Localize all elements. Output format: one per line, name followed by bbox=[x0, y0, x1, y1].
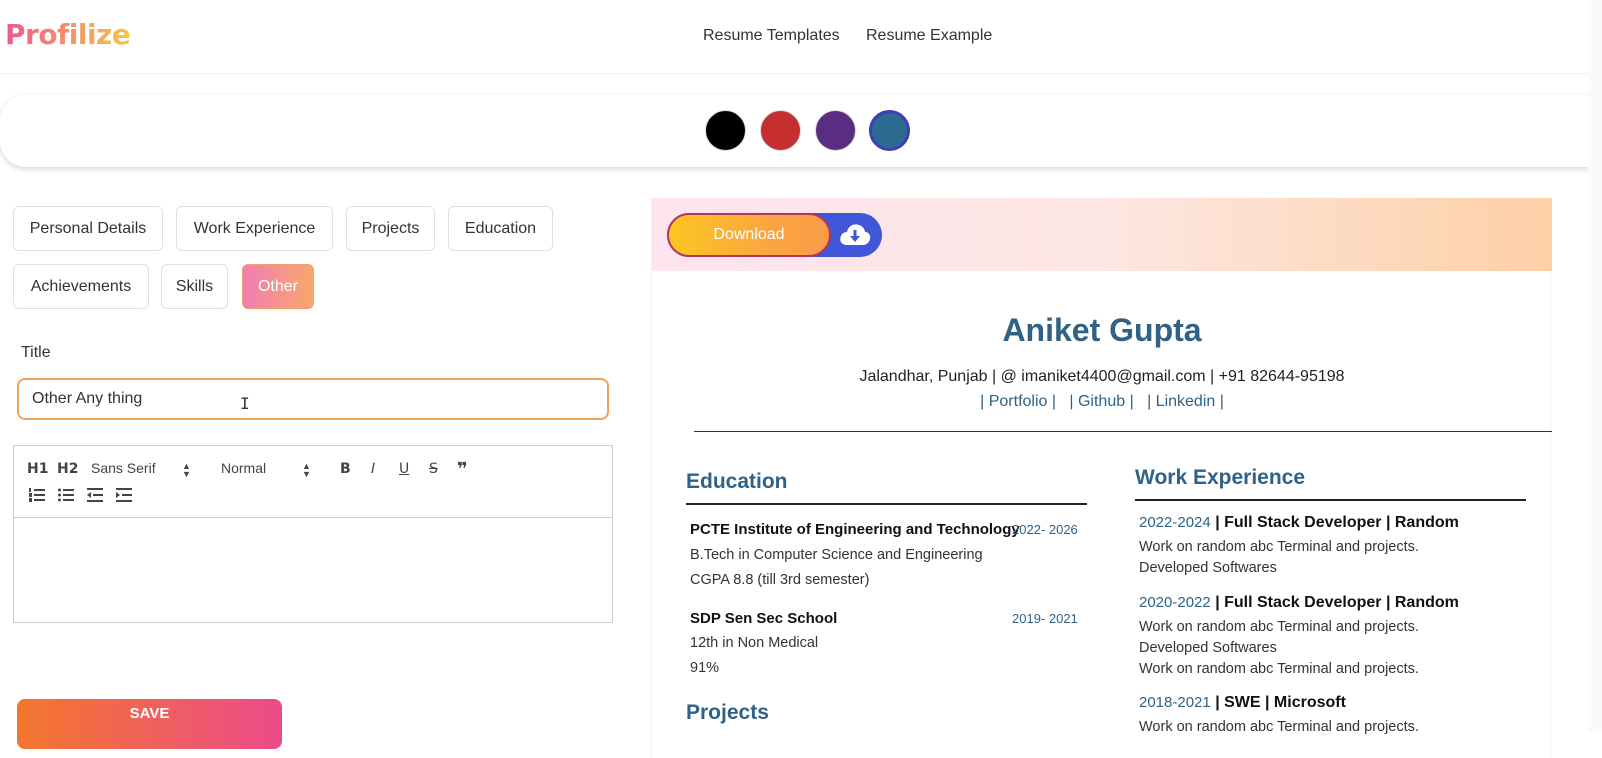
education-degree: B.Tech in Computer Science and Engineeri… bbox=[690, 547, 983, 563]
job-description: Developed Softwares bbox=[1139, 560, 1277, 576]
github-link[interactable]: | Github | bbox=[1069, 393, 1133, 410]
font-family-select[interactable]: Sans Serif bbox=[91, 460, 156, 476]
tab-education[interactable]: Education bbox=[448, 206, 553, 251]
heading2-button[interactable]: H2 bbox=[57, 461, 78, 477]
resume-contact: Jalandhar, Punjab | @ imaniket4400@gmail… bbox=[859, 368, 1345, 385]
outdent-icon[interactable] bbox=[87, 488, 103, 502]
heading1-button[interactable]: H1 bbox=[27, 461, 48, 477]
editor-content-area[interactable] bbox=[14, 519, 612, 622]
font-select-chevron-icon: ▲ ▼ bbox=[182, 461, 191, 479]
job-years: 2022-2024 bbox=[1139, 514, 1211, 531]
title-label: Title bbox=[21, 344, 51, 361]
color-swatch-blue-selected[interactable] bbox=[869, 110, 910, 151]
education-degree: 12th in Non Medical bbox=[690, 635, 819, 651]
color-swatch-purple[interactable] bbox=[815, 110, 856, 151]
color-palette-bar bbox=[0, 95, 1602, 167]
job-role: | SWE | Microsoft bbox=[1215, 694, 1346, 711]
page-scrollbar[interactable] bbox=[1588, 0, 1602, 732]
job-description: Work on random abc Terminal and projects… bbox=[1139, 619, 1419, 635]
size-select-chevron-icon: ▲ ▼ bbox=[302, 461, 311, 479]
tab-other[interactable]: Other bbox=[242, 264, 314, 309]
work-divider bbox=[1135, 499, 1526, 501]
rich-text-editor: H1 H2 Sans Serif ▲ ▼ Normal ▲ ▼ B I U S ❞ bbox=[13, 445, 613, 623]
underline-button[interactable]: U bbox=[399, 461, 409, 477]
job-description: Developed Softwares bbox=[1139, 640, 1277, 656]
nav-resume-templates[interactable]: Resume Templates bbox=[703, 27, 840, 45]
projects-heading: Projects bbox=[686, 701, 769, 724]
top-navbar: Profilize Resume Templates Resume Exampl… bbox=[0, 0, 1602, 74]
tab-skills[interactable]: Skills bbox=[161, 264, 228, 309]
linkedin-link[interactable]: | Linkedin | bbox=[1147, 393, 1224, 410]
download-button[interactable]: Download bbox=[667, 213, 831, 257]
resume-preview: Download Aniket Gupta Jalandhar, Punjab … bbox=[651, 198, 1552, 758]
font-size-select[interactable]: Normal bbox=[221, 460, 266, 476]
education-divider bbox=[686, 503, 1087, 505]
education-detail: 91% bbox=[690, 660, 720, 676]
resume-name: Aniket Gupta bbox=[1002, 312, 1202, 348]
preview-header: Download bbox=[652, 198, 1552, 271]
job-title: 2022-2024 | Full Stack Developer | Rando… bbox=[1139, 514, 1459, 532]
job-description: Work on random abc Terminal and projects… bbox=[1139, 719, 1419, 735]
bullet-list-icon[interactable] bbox=[58, 488, 74, 502]
text-cursor-icon: I bbox=[240, 394, 250, 413]
resume-links: | Portfolio | | Github | | Linkedin | bbox=[652, 393, 1552, 411]
job-title: 2018-2021 | SWE | Microsoft bbox=[1139, 694, 1346, 712]
color-swatch-red[interactable] bbox=[760, 110, 801, 151]
save-button[interactable]: SAVE bbox=[17, 699, 282, 749]
tab-achievements[interactable]: Achievements bbox=[13, 264, 149, 309]
portfolio-link[interactable]: | Portfolio | bbox=[980, 393, 1056, 410]
work-experience-heading: Work Experience bbox=[1135, 466, 1306, 489]
nav-resume-example[interactable]: Resume Example bbox=[866, 27, 992, 45]
cloud-download-icon[interactable] bbox=[838, 221, 872, 247]
education-school: PCTE Institute of Engineering and Techno… bbox=[690, 521, 1020, 538]
job-years: 2018-2021 bbox=[1139, 694, 1211, 711]
education-heading: Education bbox=[686, 470, 788, 493]
bold-button[interactable]: B bbox=[340, 461, 351, 477]
job-role: | Full Stack Developer | Random bbox=[1215, 514, 1459, 531]
education-years: 2019- 2021 bbox=[1012, 611, 1078, 626]
title-input[interactable] bbox=[17, 378, 609, 420]
indent-icon[interactable] bbox=[116, 488, 132, 502]
education-years: 2022- 2026 bbox=[1012, 522, 1078, 537]
tab-work-experience[interactable]: Work Experience bbox=[176, 206, 333, 251]
color-swatch-black[interactable] bbox=[705, 110, 746, 151]
brand-logo[interactable]: Profilize bbox=[5, 18, 131, 51]
ordered-list-icon[interactable] bbox=[29, 488, 45, 502]
tab-projects[interactable]: Projects bbox=[346, 206, 435, 251]
download-group: Download bbox=[667, 213, 882, 257]
editor-toolbar: H1 H2 Sans Serif ▲ ▼ Normal ▲ ▼ B I U S ❞ bbox=[14, 446, 612, 518]
italic-button[interactable]: I bbox=[371, 461, 375, 477]
tab-personal-details[interactable]: Personal Details bbox=[13, 206, 163, 251]
job-description: Work on random abc Terminal and projects… bbox=[1139, 539, 1419, 555]
job-years: 2020-2022 bbox=[1139, 594, 1211, 611]
strikethrough-button[interactable]: S bbox=[429, 461, 438, 477]
job-title: 2020-2022 | Full Stack Developer | Rando… bbox=[1139, 594, 1459, 612]
education-school: SDP Sen Sec School bbox=[690, 610, 838, 627]
blockquote-button[interactable]: ❞ bbox=[457, 459, 468, 480]
education-detail: CGPA 8.8 (till 3rd semester) bbox=[690, 572, 870, 588]
job-description: Work on random abc Terminal and projects… bbox=[1139, 661, 1419, 677]
header-divider bbox=[694, 431, 1552, 432]
job-role: | Full Stack Developer | Random bbox=[1215, 594, 1459, 611]
